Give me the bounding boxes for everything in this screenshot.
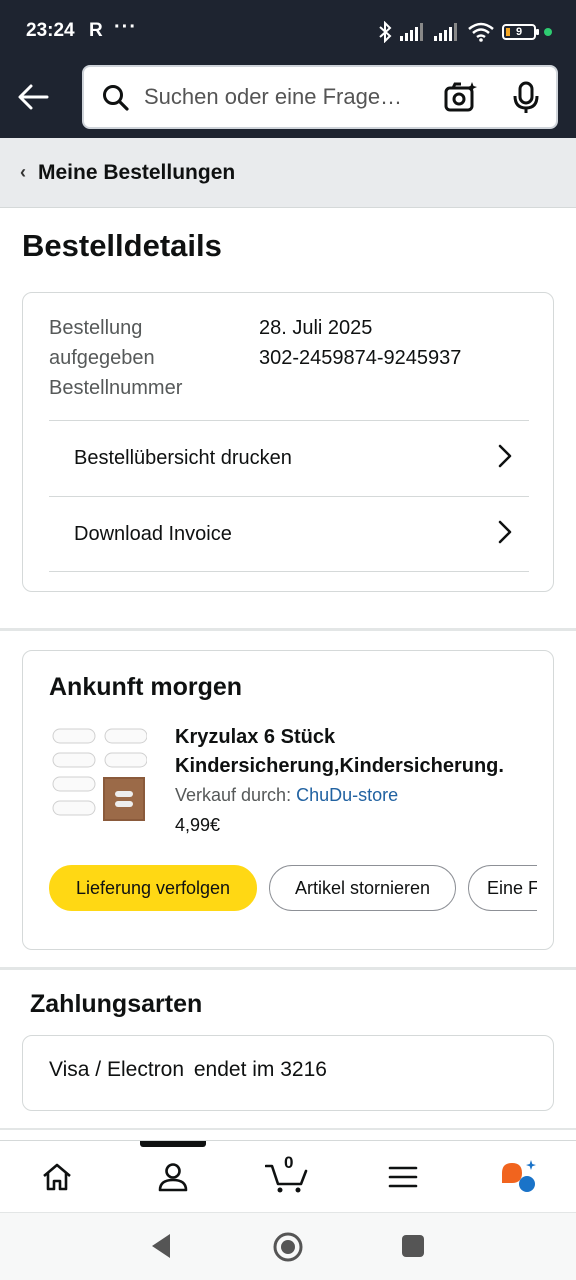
chevron-right-icon (498, 520, 512, 544)
shipment-card: Ankunft morgen Kryzulax 6 Stück Kindersi… (22, 650, 554, 950)
search-icon (103, 85, 129, 111)
payment-method: Visa / Electron endet im 3216 (49, 1058, 327, 1082)
search-bar[interactable] (82, 65, 558, 129)
nav-menu[interactable] (378, 1155, 428, 1199)
payment-card: Visa / Electron endet im 3216 (22, 1035, 554, 1111)
system-icons: 9 (378, 20, 552, 44)
nav-home[interactable] (32, 1155, 82, 1199)
microphone-icon[interactable] (512, 81, 540, 115)
product-image[interactable] (51, 723, 147, 823)
active-tab-indicator (140, 1141, 206, 1147)
order-placed-label-2: aufgegeben (49, 347, 155, 369)
action-buttons: Lieferung verfolgen Artikel stornieren E… (49, 865, 537, 913)
breadcrumb[interactable]: ‹ Meine Bestellungen (0, 138, 576, 208)
system-navigation-bar (0, 1212, 576, 1280)
arrow-left-icon (18, 84, 49, 110)
seller-info: Verkauf durch: ChuDu-store (175, 785, 398, 806)
cancel-item-button[interactable]: Artikel stornieren (269, 865, 456, 911)
print-summary-label: Bestellübersicht drucken (74, 447, 292, 469)
notification-more-icon: ··· (114, 16, 137, 38)
arrival-heading: Ankunft morgen (49, 673, 243, 701)
person-icon (158, 1163, 188, 1192)
search-input[interactable] (144, 67, 424, 127)
product-title-line-2: Kindersicherung,Kindersicherung. (175, 755, 504, 777)
system-back-icon[interactable] (148, 1231, 174, 1261)
breadcrumb-label: Meine Bestellungen (38, 160, 236, 184)
order-date: 28. Juli 2025 (259, 317, 373, 339)
page-title: Bestelldetails (22, 228, 222, 263)
card-ending: endet im 3216 (193, 1058, 327, 1081)
camera-lens-icon[interactable] (444, 81, 478, 113)
system-recents-icon[interactable] (400, 1231, 426, 1261)
chevron-right-icon (498, 444, 512, 468)
section-divider (0, 1128, 576, 1130)
system-home-icon[interactable] (272, 1231, 304, 1263)
chevron-left-icon: ‹ (20, 162, 26, 182)
track-package-button[interactable]: Lieferung verfolgen (49, 865, 257, 911)
order-labels: Bestellung aufgegeben Bestellnummer (49, 313, 249, 403)
section-divider (0, 967, 576, 970)
card-type: Visa / Electron (49, 1058, 185, 1081)
order-number-label: Bestellnummer (49, 377, 183, 399)
home-icon (43, 1163, 71, 1191)
status-bar: 23:24 R ··· 9 (0, 0, 576, 58)
order-values: 28. Juli 2025 302-2459874-9245937 (259, 313, 529, 373)
download-invoice-link[interactable]: Download Invoice (49, 496, 529, 572)
more-action-button[interactable]: Eine F (468, 865, 537, 911)
bluetooth-icon (379, 21, 392, 43)
download-invoice-label: Download Invoice (74, 522, 232, 545)
wifi-icon (468, 22, 494, 42)
signal-icon (400, 23, 423, 41)
cart-count: 0 (284, 1153, 294, 1172)
bottom-navigation: 0 (0, 1140, 576, 1212)
nav-cart[interactable]: 0 (262, 1153, 312, 1199)
clock: 23:24 (26, 20, 75, 41)
back-button[interactable] (12, 76, 54, 118)
payment-heading: Zahlungsarten (30, 990, 203, 1018)
print-summary-link[interactable]: Bestellübersicht drucken (49, 420, 529, 496)
carrier-mark: R (89, 20, 103, 41)
order-number: 302-2459874-9245937 (259, 347, 462, 369)
nav-account[interactable] (148, 1155, 198, 1199)
privacy-dot (544, 28, 552, 36)
battery-icon: 9 (502, 24, 539, 40)
seller-prefix: Verkauf durch: (175, 785, 292, 805)
nav-rufus-assistant[interactable] (494, 1155, 544, 1199)
product-title[interactable]: Kryzulax 6 Stück Kindersicherung,Kinders… (175, 723, 545, 781)
hamburger-menu-icon (388, 1166, 418, 1188)
signal-icon-2 (434, 23, 457, 41)
assistant-icon (502, 1160, 536, 1192)
order-placed-label: Bestellung (49, 317, 143, 339)
order-info-card: Bestellung aufgegeben Bestellnummer 28. … (22, 292, 554, 592)
seller-link[interactable]: ChuDu-store (296, 785, 398, 805)
product-price: 4,99€ (175, 815, 221, 835)
product-title-line-1: Kryzulax 6 Stück (175, 726, 336, 748)
app-header (0, 58, 576, 138)
section-divider (0, 628, 576, 631)
